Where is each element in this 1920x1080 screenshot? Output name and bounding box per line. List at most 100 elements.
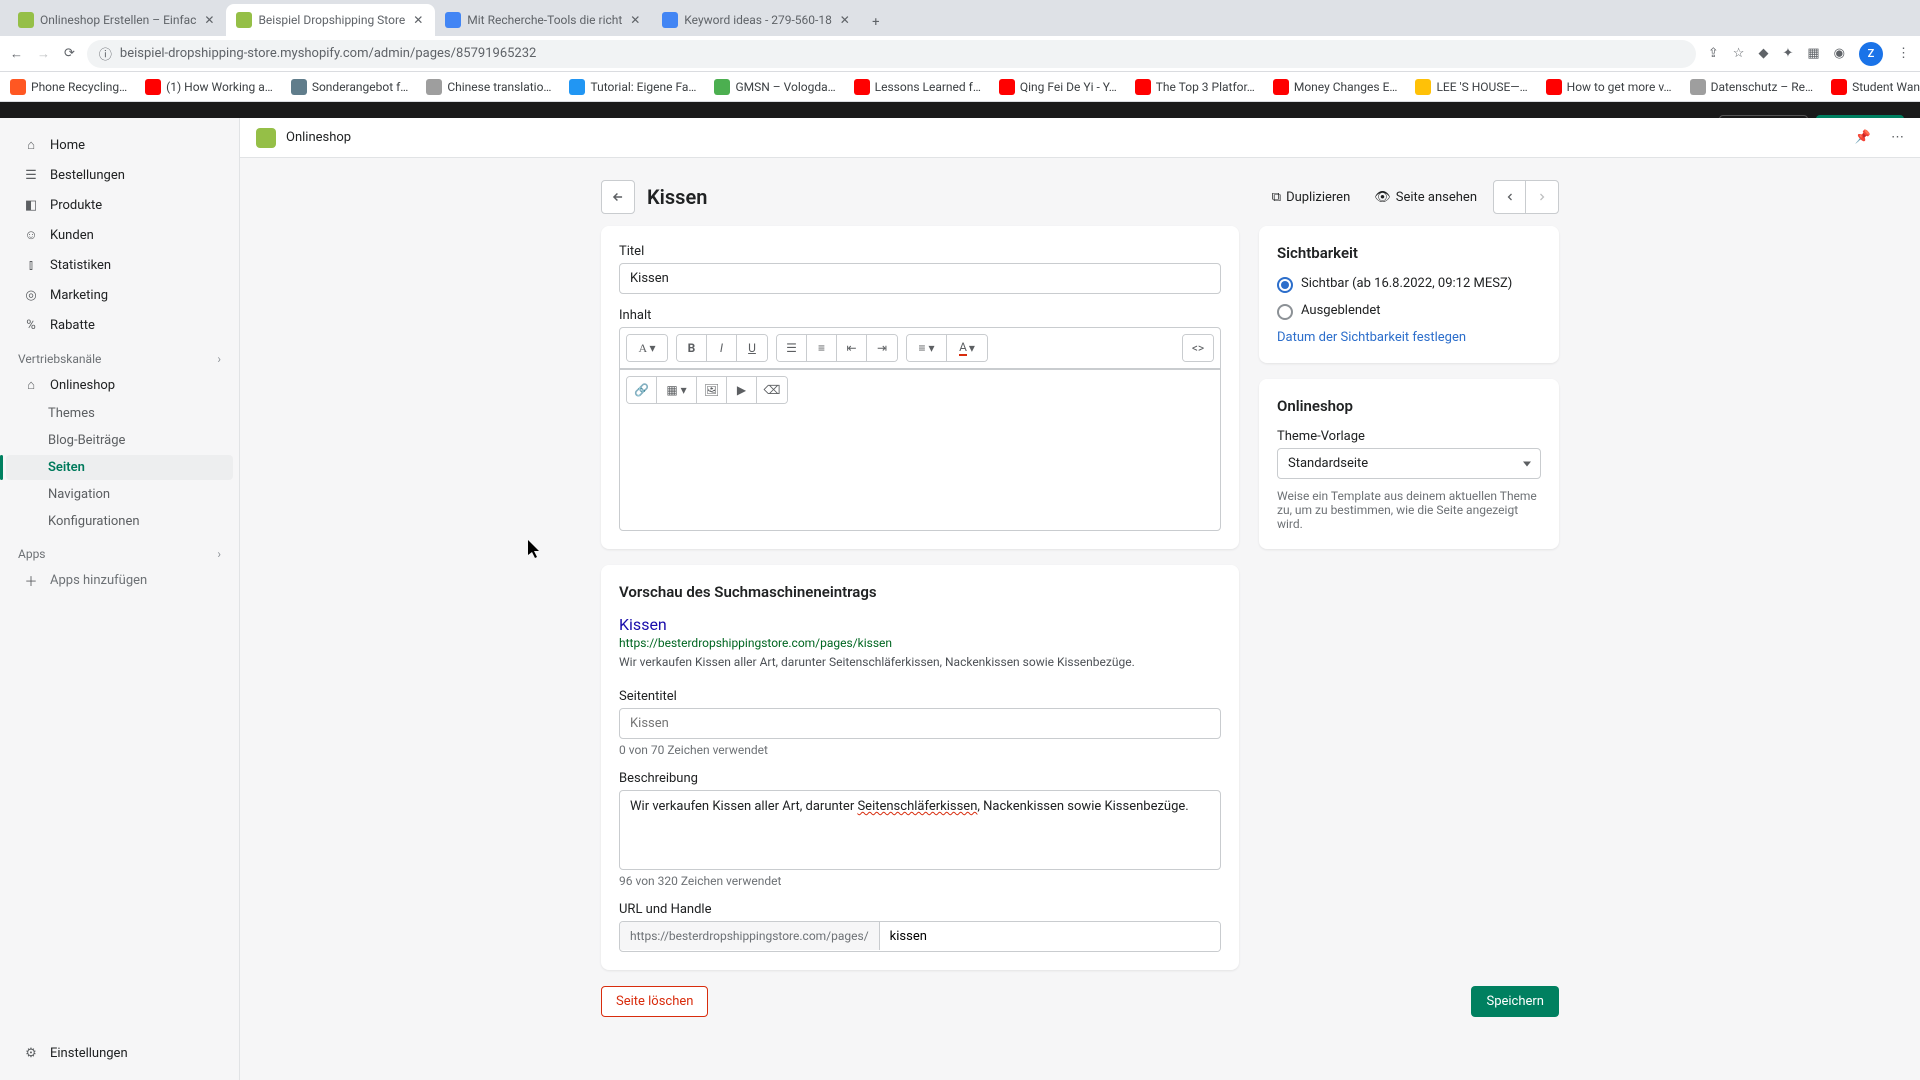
back-icon[interactable]: ← [10,46,23,62]
duplicate-button[interactable]: ⧉Duplizieren [1264,184,1358,211]
bookmark[interactable]: Chinese translatio… [426,79,551,95]
bookmark[interactable]: Lessons Learned f… [854,79,981,95]
reload-icon[interactable]: ⟳ [64,46,75,62]
new-tab-button[interactable]: + [862,8,890,36]
address-bar[interactable]: ⓘ beispiel-dropshipping-store.myshopify.… [87,40,1696,68]
browser-tab[interactable]: Onlineshop Erstellen – Einfac✕ [8,4,226,36]
bookmark[interactable]: Student Wants an… [1831,79,1920,95]
indent-button[interactable]: ⇥ [867,335,897,361]
tab-title: Keyword ideas - 279-560-18 [684,13,832,27]
pin-icon[interactable]: 📌 [1855,130,1871,145]
nav-navigation[interactable]: Navigation [6,482,233,507]
nav-preferences[interactable]: Konfigurationen [6,509,233,534]
number-list-button[interactable]: ≡ [807,335,837,361]
bullet-list-button[interactable]: ☰ [777,335,807,361]
nav-products[interactable]: ◧Produkte [6,191,233,219]
table-dropdown[interactable]: ▦ ▾ [657,377,697,403]
align-dropdown[interactable]: ≡ ▾ [907,335,947,361]
bookmark[interactable]: Sonderangebot f… [291,79,409,95]
visibility-card: Sichtbarkeit Sichtbar (ab 16.8.2022, 09:… [1259,226,1559,363]
close-icon[interactable]: ✕ [411,13,425,27]
nav-marketing[interactable]: ◎Marketing [6,281,233,309]
back-button[interactable] [601,180,635,214]
browser-tab[interactable]: Mit Recherche-Tools die richt✕ [435,4,652,36]
seo-preview-url: https://besterdropshippingstore.com/page… [619,636,1221,650]
italic-button[interactable]: I [707,335,737,361]
more-icon[interactable]: ⋯ [1891,130,1904,145]
extension-icon[interactable]: ▦ [1807,46,1819,61]
nav-themes[interactable]: Themes [6,401,233,426]
save-button-footer[interactable]: Speichern [1471,986,1559,1017]
bookmark[interactable]: Tutorial: Eigene Fa… [569,79,696,95]
close-icon[interactable]: ✕ [202,13,216,27]
eye-icon: 👁 [1374,190,1391,205]
title-input[interactable] [619,263,1221,294]
nav-pages[interactable]: Seiten [6,455,233,480]
nav-customers[interactable]: ☺Kunden [6,221,233,249]
nav-discounts[interactable]: %Rabatte [6,311,233,339]
image-button[interactable]: 🖼 [697,377,727,403]
chevron-right-icon[interactable]: › [217,547,221,561]
clear-format-button[interactable]: ⌫ [757,377,787,403]
seo-desc-input[interactable]: Wir verkaufen Kissen aller Art, darunter… [619,790,1221,870]
bookmark[interactable]: How to get more v… [1546,79,1672,95]
view-page-button[interactable]: 👁Seite ansehen [1366,184,1485,211]
extension-icon[interactable]: ◉ [1834,46,1845,61]
content-label: Inhalt [619,308,1221,323]
link-button[interactable]: 🔗 [627,377,657,403]
editor-body[interactable] [620,410,1220,530]
template-select[interactable] [1277,448,1541,479]
underline-button[interactable]: U [737,335,767,361]
chevron-right-icon[interactable]: › [217,352,221,366]
menu-icon[interactable]: ⋮ [1897,46,1910,61]
template-label: Theme-Vorlage [1277,429,1541,444]
store-avatar-icon [256,128,276,148]
schedule-visibility-link[interactable]: Datum der Sichtbarkeit festlegen [1277,330,1541,345]
seo-title-input[interactable] [619,708,1221,739]
bookmark[interactable]: GMSN – Vologda… [714,79,835,95]
bookmark[interactable]: (1) How Working a… [145,79,273,95]
close-icon[interactable]: ✕ [628,13,642,27]
share-icon[interactable]: ⇪ [1708,46,1719,61]
nav-orders[interactable]: ☰Bestellungen [6,161,233,189]
browser-tab[interactable]: Keyword ideas - 279-560-18 ✕ [652,4,862,36]
url-prefix: https://besterdropshippingstore.com/page… [620,922,880,950]
bookmark[interactable]: Phone Recycling… [10,79,127,95]
bookmark[interactable]: LEE 'S HOUSE—… [1415,79,1527,95]
browser-tab-active[interactable]: Beispiel Dropshipping Store✕ [226,4,435,36]
close-icon[interactable]: ✕ [838,13,852,27]
color-dropdown[interactable]: A ▾ [947,335,987,361]
visibility-option-hidden[interactable]: Ausgeblendet [1277,303,1541,320]
video-button[interactable]: ▶ [727,377,757,403]
bold-button[interactable]: B [677,335,707,361]
bookmark[interactable]: Qing Fei De Yi - Y… [999,79,1117,95]
nav-analytics[interactable]: ⫾Statistiken [6,251,233,279]
nav-section-apps: Apps› [0,535,239,565]
puzzle-icon[interactable]: ✦ [1782,46,1793,61]
nav-settings[interactable]: ⚙Einstellungen [6,1039,233,1067]
template-helper: Weise ein Template aus deinem aktuellen … [1277,489,1541,531]
url-handle-input[interactable] [880,922,1220,951]
visibility-option-visible[interactable]: Sichtbar (ab 16.8.2022, 09:12 MESZ) [1277,276,1541,293]
breadcrumb[interactable]: Onlineshop [286,130,351,145]
nav-home[interactable]: ⌂Home [6,131,233,159]
nav-onlinestore[interactable]: ⌂Onlineshop [6,371,233,399]
next-button[interactable] [1526,181,1558,213]
nav-add-apps[interactable]: ＋Apps hinzufügen [6,566,233,594]
bookmark[interactable]: Datenschutz – Re… [1690,79,1814,95]
star-icon[interactable]: ☆ [1733,46,1745,61]
profile-avatar[interactable]: Z [1859,42,1883,66]
url-handle-label: URL und Handle [619,902,1221,917]
nav-blog[interactable]: Blog-Beiträge [6,428,233,453]
prev-button[interactable] [1494,181,1526,213]
main-content: Kissen ⧉Duplizieren 👁Seite ansehen Titel [240,158,1920,1080]
forward-icon[interactable]: → [37,46,50,62]
outdent-button[interactable]: ⇤ [837,335,867,361]
delete-page-button[interactable]: Seite löschen [601,986,708,1017]
plus-icon: ＋ [22,571,40,589]
html-toggle-button[interactable]: <> [1183,335,1213,361]
bookmark[interactable]: Money Changes E… [1273,79,1398,95]
format-dropdown[interactable]: A ▾ [627,335,667,361]
bookmark[interactable]: The Top 3 Platfor… [1135,79,1255,95]
extension-icon[interactable]: ◆ [1758,46,1768,61]
